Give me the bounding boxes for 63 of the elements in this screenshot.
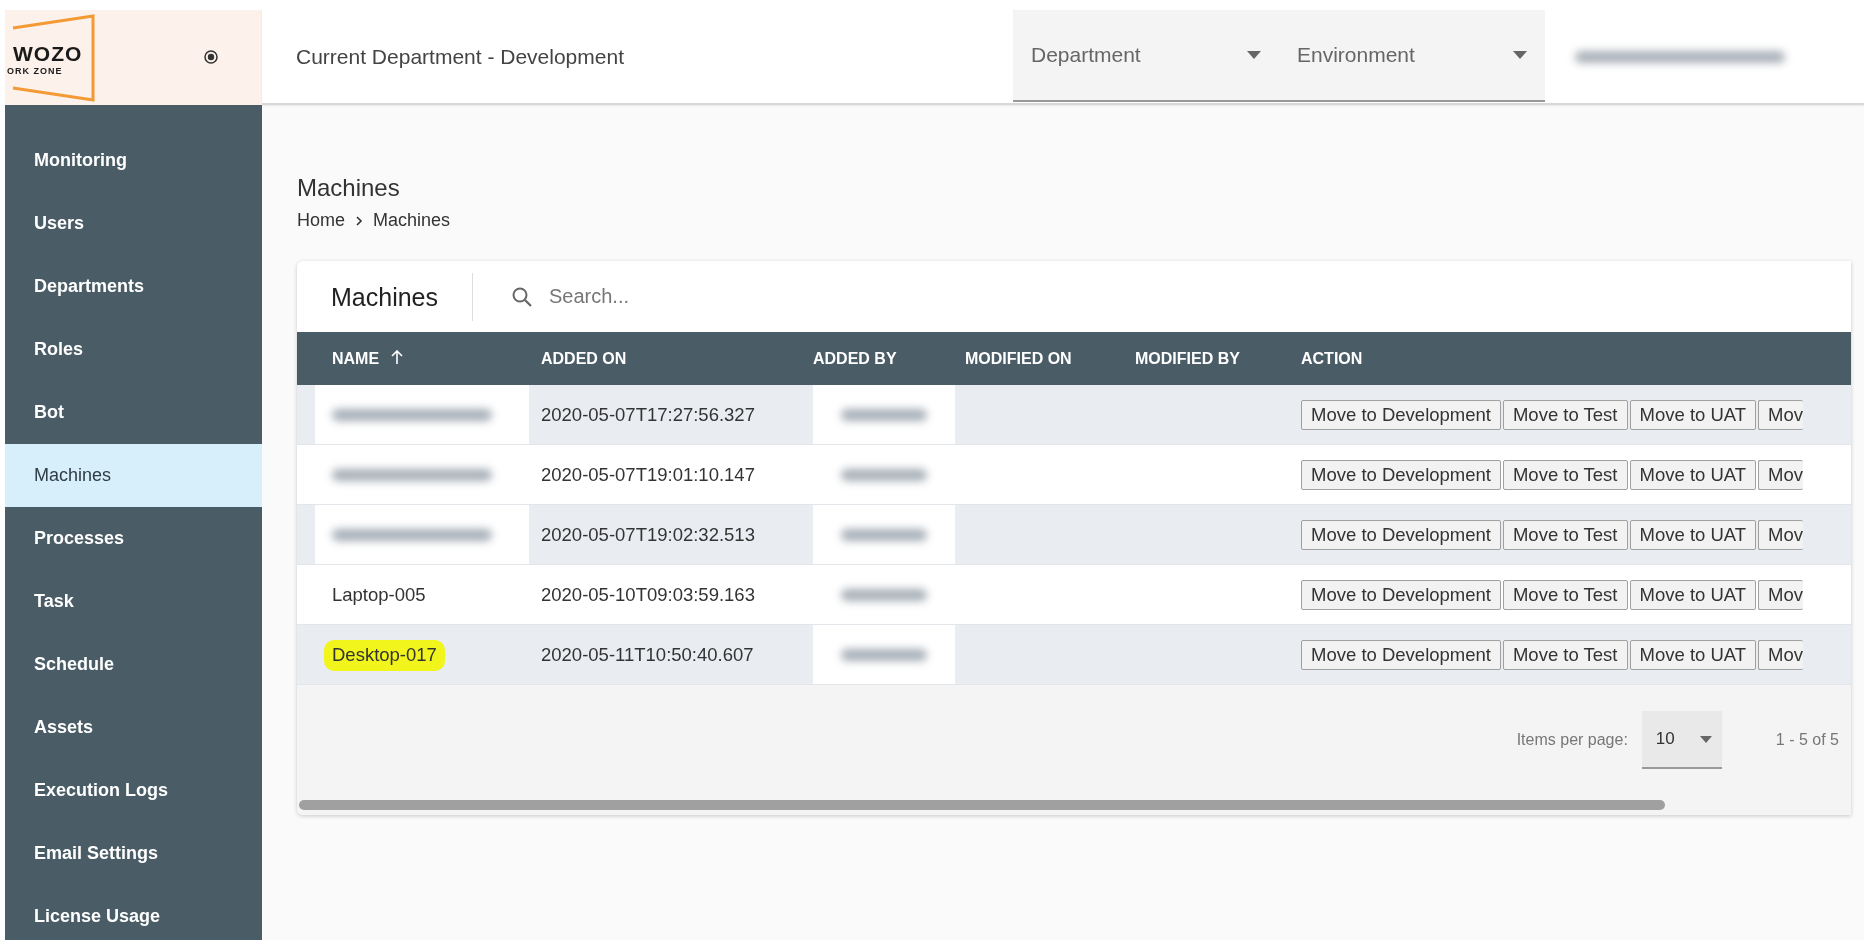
sidebar-item[interactable]: Email Settings	[5, 822, 262, 885]
card-title: Machines	[297, 272, 473, 321]
chevron-icon	[355, 214, 363, 227]
move-button[interactable]: Mov	[1758, 579, 1804, 610]
dropdown[interactable]: Department	[1013, 10, 1279, 100]
dropdown[interactable]: Environment	[1279, 10, 1545, 100]
move-button[interactable]: Move to Test	[1502, 579, 1628, 610]
sidebar-item[interactable]: Bot	[5, 381, 262, 444]
table-cell: 2020-05-07T19:01:10.147	[541, 463, 755, 485]
table-cell: 2020-05-11T10:50:40.607	[541, 643, 754, 665]
page-range: 1 - 5 of 5	[1775, 731, 1839, 749]
sidebar-item[interactable]: Execution Logs	[5, 759, 262, 822]
caret-icon	[1513, 51, 1527, 59]
move-button[interactable]: Move to Test	[1502, 519, 1628, 550]
column-header[interactable]: ADDED ON	[541, 349, 627, 367]
caret-icon	[1699, 735, 1712, 743]
move-button[interactable]: Move to UAT	[1629, 639, 1757, 670]
sidebar-item[interactable]: Processes	[5, 507, 262, 570]
page-size-select[interactable]: 10	[1641, 711, 1722, 769]
sidebar-item[interactable]: Schedule	[5, 633, 262, 696]
sidebar-item[interactable]: Task	[5, 570, 262, 633]
move-button[interactable]: Mov	[1758, 399, 1804, 430]
sidebar-item[interactable]: Assets	[5, 696, 262, 759]
move-button[interactable]: Move to Development	[1301, 639, 1501, 670]
table-cell: 2020-05-10T09:03:59.163	[541, 583, 755, 605]
breadcrumb-current: Machines	[373, 210, 451, 231]
search-icon	[511, 285, 533, 308]
column-header[interactable]: ACTION	[1301, 349, 1363, 367]
column-header[interactable]: NAME	[332, 349, 404, 367]
move-button[interactable]: Move to UAT	[1629, 579, 1757, 610]
sort-arrow-icon	[391, 349, 404, 364]
items-per-page-label: Items per page:	[1516, 731, 1628, 749]
machine-name: Laptop-005	[332, 583, 426, 605]
caret-icon	[1247, 51, 1261, 59]
move-button[interactable]: Move to Development	[1301, 519, 1501, 550]
sidebar-item[interactable]: Departments	[5, 255, 262, 318]
department-title: Current Department - Development	[296, 44, 624, 69]
page-title: Machines	[297, 174, 401, 202]
move-button[interactable]: Move to UAT	[1629, 399, 1757, 430]
move-button[interactable]: Mov	[1758, 639, 1804, 670]
sidebar-item[interactable]: License Usage	[5, 885, 262, 940]
table-cell: 2020-05-07T17:27:56.327	[541, 403, 755, 425]
sidebar-item[interactable]: Monitoring	[5, 129, 262, 192]
sidebar-item[interactable]: Users	[5, 192, 262, 255]
move-button[interactable]: Move to Development	[1301, 459, 1501, 490]
radio-icon[interactable]	[204, 49, 218, 64]
move-button[interactable]: Move to UAT	[1629, 459, 1757, 490]
column-header[interactable]: ADDED BY	[813, 349, 897, 367]
move-button[interactable]: Move to UAT	[1629, 519, 1757, 550]
breadcrumb-link[interactable]: Home	[297, 210, 345, 231]
machine-name: Desktop-017	[324, 639, 445, 671]
logo: WOZO ORK ZONE	[5, 11, 109, 102]
move-button[interactable]: Move to Development	[1301, 399, 1501, 430]
sidebar-item[interactable]: Roles	[5, 318, 262, 381]
move-button[interactable]: Move to Test	[1502, 639, 1628, 670]
table-cell: 2020-05-07T19:02:32.513	[541, 523, 755, 545]
sidebar-item[interactable]: Machines	[5, 444, 262, 507]
move-button[interactable]: Move to Test	[1502, 459, 1628, 490]
scrollbar-thumb[interactable]	[299, 800, 1665, 810]
move-button[interactable]: Move to Test	[1502, 399, 1628, 430]
move-button[interactable]: Mov	[1758, 519, 1804, 550]
move-button[interactable]: Move to Development	[1301, 579, 1501, 610]
move-button[interactable]: Mov	[1758, 459, 1804, 490]
